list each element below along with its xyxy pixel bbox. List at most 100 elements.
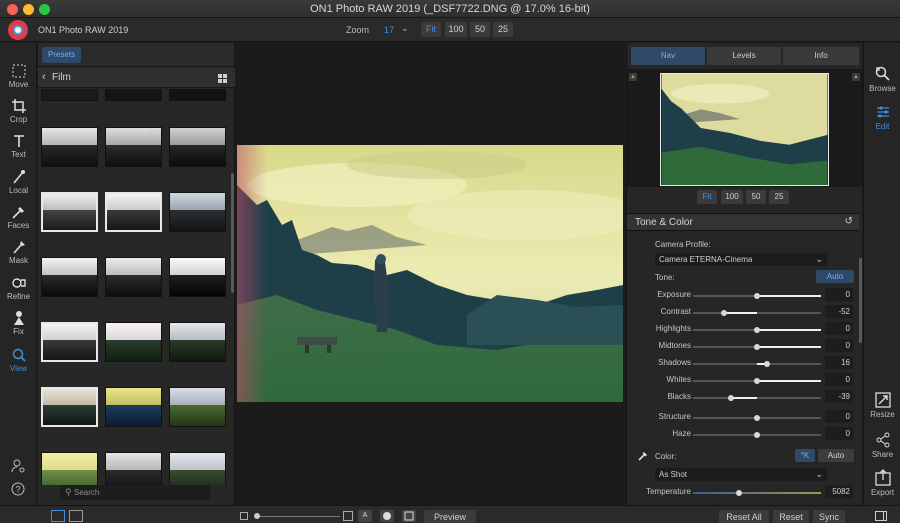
tool-crop[interactable]: Crop: [0, 98, 37, 124]
tool-faces[interactable]: Faces: [0, 204, 37, 230]
midtones-track[interactable]: [693, 344, 821, 350]
nav-zoom-50-button[interactable]: 50: [746, 190, 766, 204]
toggle-panel-icon[interactable]: [875, 511, 887, 521]
slider-row-whites[interactable]: Whites 0: [627, 372, 859, 388]
preset-thumbnail[interactable]: [169, 127, 226, 167]
highlight-clipping-icon[interactable]: ▲: [852, 73, 860, 81]
main-photo[interactable]: [237, 145, 623, 402]
presets-scrollbar[interactable]: [231, 173, 234, 293]
contrast-slider-knob[interactable]: [720, 310, 727, 316]
tone-auto-button[interactable]: Auto: [816, 270, 854, 283]
preset-thumbnail[interactable]: [41, 257, 98, 297]
kelvin-toggle-button[interactable]: °K: [795, 449, 815, 462]
shadows-slider-knob[interactable]: [764, 361, 771, 367]
structure-track[interactable]: [693, 415, 821, 421]
thumbnail-size-knob[interactable]: [254, 513, 260, 519]
tool-local[interactable]: Local: [0, 169, 37, 195]
text-overlay-toggle[interactable]: A: [358, 510, 372, 522]
preset-thumbnail[interactable]: [169, 452, 226, 485]
preset-thumbnail[interactable]: [169, 257, 226, 297]
contrast-value[interactable]: -52: [825, 305, 853, 318]
tool-mask[interactable]: Mask: [0, 239, 37, 265]
module-resize[interactable]: Resize: [864, 391, 900, 419]
shadows-track[interactable]: [693, 361, 821, 367]
blacks-slider-knob[interactable]: [728, 395, 735, 401]
preset-thumbnail[interactable]: [169, 322, 226, 362]
preset-thumbnail[interactable]: [41, 192, 98, 232]
midtones-slider-knob[interactable]: [754, 344, 760, 350]
module-share[interactable]: Share: [864, 431, 900, 459]
preset-thumbnail[interactable]: [105, 387, 162, 427]
whites-slider-knob[interactable]: [754, 378, 760, 384]
preset-thumbnail[interactable]: [41, 387, 98, 427]
preset-thumbnail[interactable]: [105, 452, 162, 485]
haze-value[interactable]: 0: [825, 427, 853, 440]
slider-row-contrast[interactable]: Contrast -52: [627, 304, 859, 320]
tool-view[interactable]: View: [0, 347, 37, 373]
search-input[interactable]: [74, 486, 204, 499]
zoom-25-button[interactable]: 25: [493, 22, 513, 37]
image-canvas[interactable]: [236, 43, 625, 505]
highlights-track[interactable]: [693, 327, 821, 333]
color-auto-button[interactable]: Auto: [818, 449, 854, 462]
preset-thumbnail[interactable]: [41, 452, 98, 485]
whites-value[interactable]: 0: [825, 373, 853, 386]
compare-view-icon[interactable]: [69, 510, 83, 522]
reset-all-button[interactable]: Reset All: [719, 510, 769, 523]
tab-nav[interactable]: Nav: [631, 47, 705, 65]
preset-search-box[interactable]: ⚲: [60, 485, 210, 500]
preset-thumbnail[interactable]: [169, 387, 226, 427]
grid-view-icon[interactable]: [218, 74, 227, 83]
user-settings-icon[interactable]: [11, 459, 25, 473]
preset-thumbnail[interactable]: [105, 322, 162, 362]
white-balance-select[interactable]: As Shot ⌄: [655, 468, 827, 481]
slider-row-shadows[interactable]: Shadows 16: [627, 355, 859, 371]
temperature-slider-knob[interactable]: [736, 490, 743, 496]
preview-button[interactable]: Preview: [424, 510, 476, 523]
camera-profile-select[interactable]: Camera ETERNA-Cinema ⌄: [655, 253, 827, 266]
module-export[interactable]: Export: [864, 469, 900, 497]
zoom-fit-button[interactable]: Fit: [421, 22, 441, 37]
favorite-heart-icon[interactable]: ♡: [149, 129, 158, 140]
navigator-thumbnail[interactable]: [660, 73, 829, 186]
whites-track[interactable]: [693, 378, 821, 384]
module-edit[interactable]: Edit: [864, 103, 900, 131]
exposure-slider-knob[interactable]: [754, 293, 760, 299]
preset-thumbnail[interactable]: [169, 89, 226, 101]
preset-thumbnail[interactable]: [41, 89, 98, 101]
preset-thumbnail[interactable]: ♡: [105, 127, 162, 167]
module-browse[interactable]: Browse: [864, 65, 900, 93]
tab-info[interactable]: Info: [783, 47, 859, 65]
slider-row-midtones[interactable]: Midtones 0: [627, 338, 859, 354]
shadow-clipping-icon[interactable]: ▲: [629, 73, 637, 81]
single-view-icon[interactable]: [51, 510, 65, 522]
preset-thumbnail[interactable]: [41, 127, 98, 167]
reset-button[interactable]: Reset: [773, 510, 809, 523]
preset-category-header[interactable]: ‹ Film: [38, 68, 235, 88]
help-icon[interactable]: ?: [11, 482, 25, 496]
sync-button[interactable]: Sync: [813, 510, 845, 523]
slider-row-structure[interactable]: Structure 0: [627, 409, 859, 425]
preset-thumbnail[interactable]: [105, 89, 162, 101]
tab-levels[interactable]: Levels: [707, 47, 781, 65]
haze-track[interactable]: [693, 432, 821, 438]
highlights-slider-knob[interactable]: [754, 327, 760, 333]
tool-fix[interactable]: Fix: [0, 310, 37, 336]
exposure-value[interactable]: 0: [825, 288, 853, 301]
haze-slider-knob[interactable]: [754, 432, 760, 438]
zoom-50-button[interactable]: 50: [470, 22, 490, 37]
temperature-track[interactable]: [693, 490, 821, 496]
zoom-value[interactable]: 17: [384, 25, 394, 35]
small-thumb-size-icon[interactable]: [240, 512, 248, 520]
slider-row-exposure[interactable]: Exposure 0: [627, 287, 859, 303]
chevron-left-icon[interactable]: ‹: [42, 71, 46, 83]
preset-thumbnail[interactable]: [41, 322, 98, 362]
nav-zoom-fit-button[interactable]: Fit: [697, 190, 717, 204]
blacks-track[interactable]: [693, 395, 821, 401]
shadows-value[interactable]: 16: [825, 356, 853, 369]
before-after-icon[interactable]: [402, 510, 416, 522]
preset-thumbnail[interactable]: [105, 257, 162, 297]
temperature-value[interactable]: 5082: [825, 485, 853, 498]
tool-text[interactable]: Text: [0, 133, 37, 159]
app-logo-icon[interactable]: [8, 20, 28, 40]
